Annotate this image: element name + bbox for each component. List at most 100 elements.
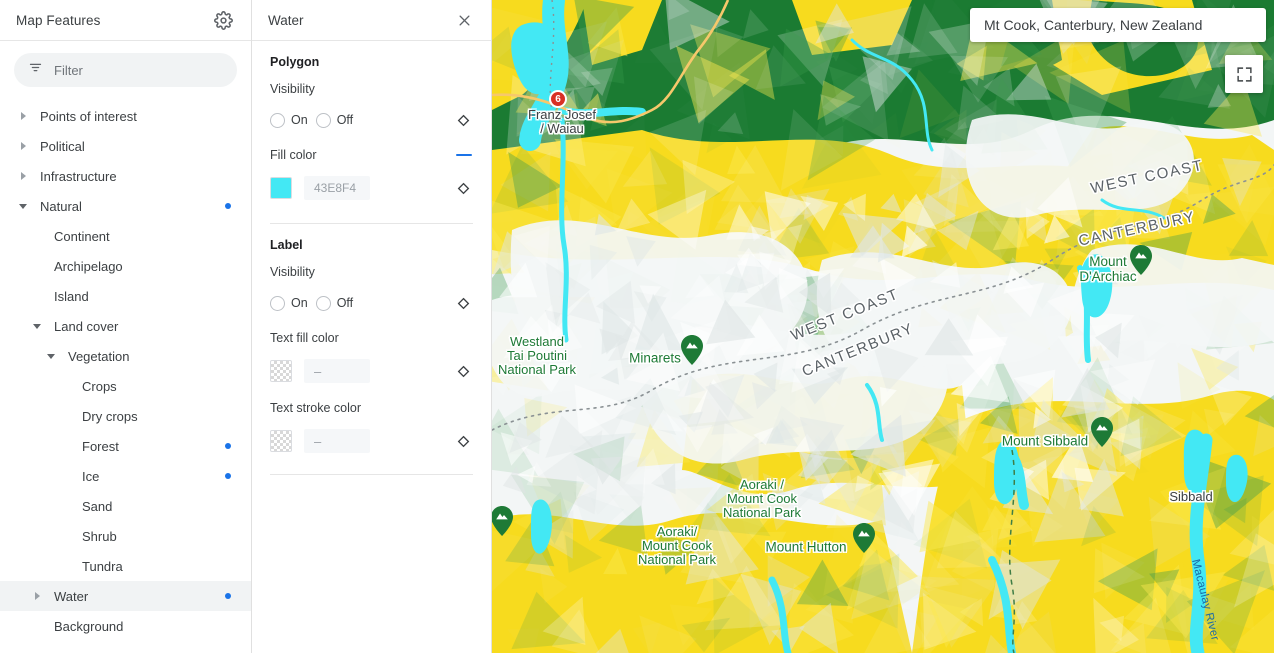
tree-item-water[interactable]: Water [0, 581, 251, 611]
polygon-visibility-off-label: Off [336, 113, 354, 127]
text-fill-color-swatch[interactable] [270, 360, 292, 382]
tree-item-label: Crops [82, 378, 117, 394]
polygon-visibility-reset-icon[interactable] [453, 110, 473, 130]
tree-item-points-of-interest[interactable]: Points of interest [0, 101, 251, 131]
feature-style-title: Water [268, 12, 304, 28]
tree-item-spacer [30, 289, 44, 303]
tree-item-label: Sand [82, 498, 113, 514]
chevron-down-icon[interactable] [44, 349, 58, 363]
filter-box[interactable] [14, 53, 237, 87]
tree-item-label: Island [54, 288, 89, 304]
fill-color-row: 43E8F4 [270, 169, 473, 207]
radio-circle-icon [315, 112, 331, 128]
tree-item-label: Land cover [54, 318, 119, 334]
feature-style-header: Water [252, 0, 491, 41]
map-search-box[interactable]: Mt Cook, Canterbury, New Zealand [970, 8, 1266, 42]
chevron-down-icon[interactable] [30, 319, 44, 333]
tree-item-infrastructure[interactable]: Infrastructure [0, 161, 251, 191]
label-visibility-reset-icon[interactable] [453, 293, 473, 313]
map-search-input[interactable]: Mt Cook, Canterbury, New Zealand [984, 17, 1202, 33]
tree-item-sand[interactable]: Sand [0, 491, 251, 521]
map-canvas[interactable]: Mt Cook, Canterbury, New Zealand Franz J… [492, 0, 1274, 653]
tree-item-natural[interactable]: Natural [0, 191, 251, 221]
fill-color-swatch[interactable] [270, 177, 292, 199]
caret-glyph [34, 592, 40, 600]
text-fill-color-input[interactable]: – [304, 359, 370, 383]
polygon-visibility-row: On Off [270, 103, 473, 137]
caret-glyph [20, 112, 26, 120]
tree-item-label: Shrub [82, 528, 117, 544]
polygon-section: Polygon Visibility On Off Fill color 43E… [252, 41, 491, 224]
tree-item-spacer [58, 379, 72, 393]
polygon-visibility-on-radio[interactable]: On [270, 112, 308, 128]
label-section-title: Label [270, 238, 303, 252]
text-stroke-color-label-text: Text stroke color [270, 401, 362, 415]
fullscreen-icon[interactable] [1225, 55, 1263, 93]
label-section-divider [270, 474, 473, 475]
tree-item-label: Dry crops [82, 408, 138, 424]
map-features-panel: Map Features Points of [0, 0, 252, 653]
text-stroke-color-row: – [270, 422, 473, 460]
polygon-visibility-label-text: Visibility [270, 82, 315, 96]
tree-item-crops[interactable]: Crops [0, 371, 251, 401]
caret-glyph [19, 203, 27, 209]
close-icon[interactable] [453, 9, 475, 31]
tree-item-spacer [58, 559, 72, 573]
radio-circle-icon [270, 112, 285, 128]
label-visibility-on-label: On [291, 296, 308, 310]
tree-item-spacer [30, 259, 44, 273]
tree-item-tundra[interactable]: Tundra [0, 551, 251, 581]
label-section: Label Visibility On Off Text fill color … [252, 224, 491, 475]
tree-item-vegetation[interactable]: Vegetation [0, 341, 251, 371]
text-stroke-color-reset-icon[interactable] [453, 431, 473, 451]
tree-item-label: Continent [54, 228, 110, 244]
modified-indicator-dot [225, 593, 231, 599]
tree-item-dry-crops[interactable]: Dry crops [0, 401, 251, 431]
chevron-right-icon[interactable] [16, 169, 30, 183]
label-visibility-row: On Off [270, 286, 473, 320]
chevron-right-icon[interactable] [30, 589, 44, 603]
fill-color-override-indicator [456, 154, 472, 156]
radio-circle-icon [270, 295, 285, 311]
tree-item-spacer [30, 229, 44, 243]
gear-icon[interactable] [211, 8, 235, 32]
fill-color-input[interactable]: 43E8F4 [304, 176, 370, 200]
tree-item-label: Infrastructure [40, 168, 117, 184]
map-terrain-graphic [492, 0, 1274, 653]
text-fill-color-reset-icon[interactable] [453, 361, 473, 381]
tree-item-land-cover[interactable]: Land cover [0, 311, 251, 341]
tree-item-spacer [58, 529, 72, 543]
tree-item-shrub[interactable]: Shrub [0, 521, 251, 551]
chevron-right-icon[interactable] [16, 139, 30, 153]
text-stroke-color-input[interactable]: – [304, 429, 370, 453]
tree-item-label: Forest [82, 438, 119, 454]
label-visibility-off-radio[interactable]: Off [315, 295, 354, 311]
text-fill-color-row: – [270, 352, 473, 390]
tree-item-background[interactable]: Background [0, 611, 251, 641]
caret-glyph [20, 142, 26, 150]
tree-item-political[interactable]: Political [0, 131, 251, 161]
tree-item-label: Ice [82, 468, 100, 484]
chevron-right-icon[interactable] [16, 109, 30, 123]
tree-item-archipelago[interactable]: Archipelago [0, 251, 251, 281]
polygon-visibility-radios: On Off [270, 112, 453, 128]
filter-icon [28, 60, 43, 80]
tree-item-island[interactable]: Island [0, 281, 251, 311]
polygon-visibility-off-radio[interactable]: Off [315, 112, 354, 128]
caret-glyph [33, 323, 41, 329]
label-visibility-off-label: Off [336, 296, 354, 310]
label-visibility-on-radio[interactable]: On [270, 295, 308, 311]
chevron-down-icon[interactable] [16, 199, 30, 213]
text-stroke-color-swatch[interactable] [270, 430, 292, 452]
polygon-section-title: Polygon [270, 55, 320, 69]
fill-color-label-text: Fill color [270, 148, 317, 162]
fill-color-reset-icon[interactable] [453, 178, 473, 198]
tree-item-spacer [58, 439, 72, 453]
tree-item-label: Natural [40, 198, 82, 214]
tree-item-forest[interactable]: Forest [0, 431, 251, 461]
feature-style-panel: Water Polygon Visibility On Off Fill col… [252, 0, 492, 653]
label-visibility-radios: On Off [270, 295, 453, 311]
tree-item-ice[interactable]: Ice [0, 461, 251, 491]
filter-input[interactable] [54, 62, 223, 78]
tree-item-continent[interactable]: Continent [0, 221, 251, 251]
